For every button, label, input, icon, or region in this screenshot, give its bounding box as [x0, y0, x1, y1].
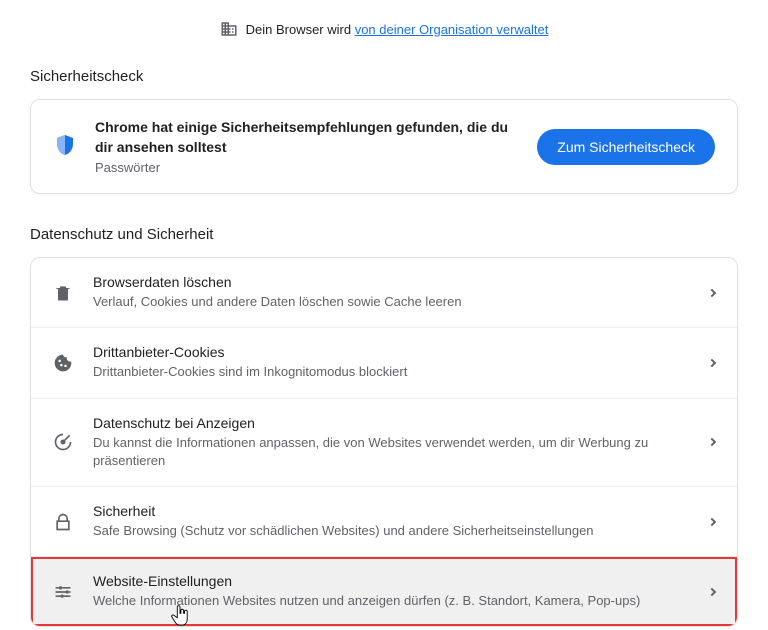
row-title: Browserdaten löschen — [93, 274, 689, 290]
shield-icon — [53, 133, 77, 157]
row-security[interactable]: Sicherheit Safe Browsing (Schutz vor sch… — [31, 487, 737, 557]
row-third-party-cookies[interactable]: Drittanbieter-Cookies Drittanbieter-Cook… — [31, 328, 737, 398]
row-clear-browsing-data[interactable]: Browserdaten löschen Verlauf, Cookies un… — [31, 258, 737, 328]
building-icon — [220, 20, 238, 38]
trash-icon — [53, 283, 73, 303]
row-sub: Drittanbieter-Cookies sind im Inkognitom… — [93, 363, 689, 381]
managed-banner: Dein Browser wird von deiner Organisatio… — [30, 20, 738, 38]
row-sub: Safe Browsing (Schutz vor schädlichen We… — [93, 522, 689, 540]
row-sub: Du kannst die Informationen anpassen, di… — [93, 434, 689, 470]
sliders-icon — [53, 582, 73, 602]
safety-section-title: Sicherheitscheck — [30, 68, 738, 85]
lock-icon — [53, 512, 73, 532]
managed-text: Dein Browser wird von deiner Organisatio… — [246, 22, 549, 37]
chevron-right-icon — [708, 359, 716, 367]
managed-link[interactable]: von deiner Organisation verwaltet — [355, 22, 549, 37]
chevron-right-icon — [708, 517, 716, 525]
row-title: Datenschutz bei Anzeigen — [93, 415, 689, 431]
row-sub: Verlauf, Cookies und andere Daten lösche… — [93, 293, 689, 311]
chevron-right-icon — [708, 587, 716, 595]
row-sub: Welche Informationen Websites nutzen und… — [93, 592, 689, 610]
row-title: Drittanbieter-Cookies — [93, 344, 689, 360]
ad-privacy-icon — [53, 432, 73, 452]
safety-card-title: Chrome hat einige Sicherheitsempfehlunge… — [95, 118, 519, 157]
chevron-right-icon — [708, 438, 716, 446]
safety-check-card: Chrome hat einige Sicherheitsempfehlunge… — [30, 99, 738, 194]
safety-card-sub: Passwörter — [95, 160, 519, 175]
row-title: Sicherheit — [93, 503, 689, 519]
privacy-list: Browserdaten löschen Verlauf, Cookies un… — [30, 257, 738, 627]
chevron-right-icon — [708, 289, 716, 297]
privacy-section-title: Datenschutz und Sicherheit — [30, 226, 738, 243]
cookie-icon — [53, 353, 73, 373]
safety-check-button[interactable]: Zum Sicherheitscheck — [537, 129, 715, 165]
row-ad-privacy[interactable]: Datenschutz bei Anzeigen Du kannst die I… — [31, 399, 737, 487]
row-site-settings[interactable]: Website-Einstellungen Welche Information… — [31, 557, 737, 626]
row-title: Website-Einstellungen — [93, 573, 689, 589]
